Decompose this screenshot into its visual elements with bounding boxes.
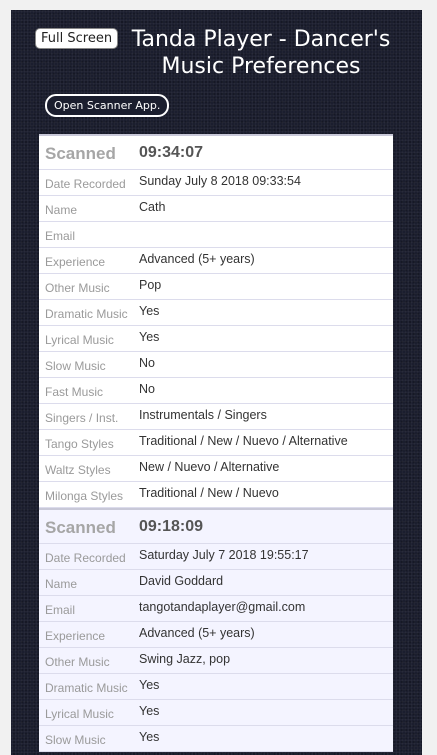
field-label: Name — [45, 577, 78, 591]
field-row-singers-inst: Singers / Inst. Instrumentals / Singers — [39, 404, 393, 430]
field-row-milonga-styles: Milonga Styles Traditional / New / Nuevo — [39, 482, 393, 508]
page-title: Tanda Player - Dancer's Music Preference… — [131, 27, 391, 79]
field-value: Advanced (5+ years) — [139, 252, 255, 266]
field-value: Pop — [139, 278, 162, 292]
record-card: Scanned 09:34:07 Date Recorded Sunday Jul… — [39, 134, 393, 508]
field-value: Yes — [139, 704, 160, 718]
field-value: No — [139, 356, 155, 370]
field-label: Dramatic Music — [45, 681, 128, 695]
field-value: Swing Jazz, pop — [139, 652, 231, 666]
field-label: Slow Music — [45, 359, 106, 373]
field-row-dramatic-music: Dramatic Music Yes — [39, 300, 393, 326]
field-label: Other Music — [45, 655, 110, 669]
field-value: New / Nuevo / Alternative — [139, 460, 280, 474]
field-label: Experience — [45, 255, 106, 269]
field-row-lyrical-music: Lyrical Music Yes — [39, 700, 393, 726]
record-header: Scanned 09:18:09 — [39, 510, 393, 544]
field-value: Advanced (5+ years) — [139, 626, 255, 640]
field-label: Dramatic Music — [45, 307, 128, 321]
field-label: Email — [45, 229, 76, 243]
field-label: Tango Styles — [45, 437, 114, 451]
field-label: Email — [45, 603, 76, 617]
field-row-tango-styles: Tango Styles Traditional / New / Nuevo / … — [39, 430, 393, 456]
field-label: Date Recorded — [45, 177, 126, 191]
field-value: Traditional / New / Nuevo / Alternative — [139, 434, 348, 448]
field-label: Date Recorded — [45, 551, 126, 565]
field-label: Other Music — [45, 281, 110, 295]
field-row-date-recorded: Date Recorded Sunday July 8 2018 09:33:54 — [39, 170, 393, 196]
app-frame: Full Screen Tanda Player - Dancer's Musi… — [11, 10, 422, 755]
field-value: Yes — [139, 330, 160, 344]
field-row-dramatic-music: Dramatic Music Yes — [39, 674, 393, 700]
field-value: Yes — [139, 730, 160, 744]
field-value: No — [139, 382, 155, 396]
field-row-name: Name Cath — [39, 196, 393, 222]
field-row-slow-music: Slow Music No — [39, 352, 393, 378]
field-row-email: Email tangotandaplayer@gmail.com — [39, 596, 393, 622]
field-row-experience: Experience Advanced (5+ years) — [39, 248, 393, 274]
scanned-time: 09:18:09 — [139, 518, 204, 535]
field-label: Experience — [45, 629, 106, 643]
field-row-lyrical-music: Lyrical Music Yes — [39, 326, 393, 352]
field-row-waltz-styles: Waltz Styles New / Nuevo / Alternative — [39, 456, 393, 482]
field-row-date-recorded: Date Recorded Saturday July 7 2018 19:55:… — [39, 544, 393, 570]
field-label: Singers / Inst. — [45, 411, 119, 425]
field-value: Sunday July 8 2018 09:33:54 — [139, 174, 301, 188]
field-value: tangotandaplayer@gmail.com — [139, 600, 306, 614]
records-list: Scanned 09:34:07 Date Recorded Sunday Jul… — [39, 134, 393, 752]
field-value: Yes — [139, 304, 160, 318]
field-value: Saturday July 7 2018 19:55:17 — [139, 548, 309, 562]
full-screen-button[interactable]: Full Screen — [35, 28, 119, 49]
field-row-experience: Experience Advanced (5+ years) — [39, 622, 393, 648]
field-row-other-music: Other Music Swing Jazz, pop — [39, 648, 393, 674]
field-label: Lyrical Music — [45, 333, 114, 347]
field-row-fast-music: Fast Music No — [39, 378, 393, 404]
scanned-time: 09:34:07 — [139, 144, 204, 161]
field-label: Milonga Styles — [45, 489, 124, 503]
field-label: Waltz Styles — [45, 463, 111, 477]
field-row-other-music: Other Music Pop — [39, 274, 393, 300]
record-header: Scanned 09:34:07 — [39, 136, 393, 170]
field-value: Cath — [139, 200, 166, 214]
field-row-slow-music: Slow Music Yes — [39, 726, 393, 752]
field-label: Slow Music — [45, 733, 106, 747]
field-value: David Goddard — [139, 574, 224, 588]
field-row-name: Name David Goddard — [39, 570, 393, 596]
field-label: Fast Music — [45, 385, 104, 399]
field-value: Traditional / New / Nuevo — [139, 486, 279, 500]
field-value: Yes — [139, 678, 160, 692]
open-scanner-button[interactable]: Open Scanner App. — [45, 94, 170, 117]
field-row-email: Email — [39, 222, 393, 248]
field-label: Lyrical Music — [45, 707, 114, 721]
record-card: Scanned 09:18:09 Date Recorded Saturday J… — [39, 508, 393, 752]
field-value: Instrumentals / Singers — [139, 408, 267, 422]
scanned-label: Scanned — [45, 518, 116, 537]
scanned-label: Scanned — [45, 144, 116, 163]
field-label: Name — [45, 203, 78, 217]
